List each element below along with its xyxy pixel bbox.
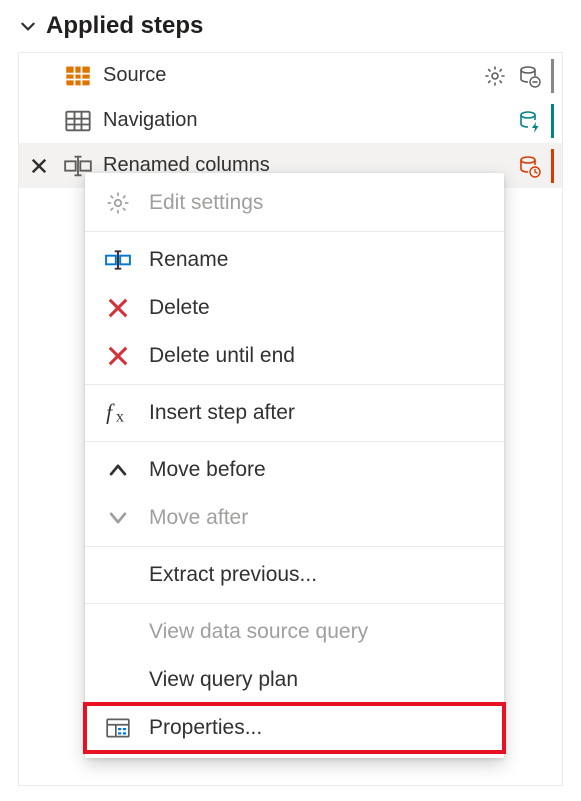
menu-label: Delete until end [149, 344, 486, 368]
blank-icon [103, 665, 133, 695]
step-label: Source [103, 64, 481, 87]
menu-separator [85, 231, 504, 232]
menu-insert-step-after[interactable]: fx Insert step after [85, 389, 504, 437]
blank-icon [103, 560, 133, 590]
menu-properties[interactable]: Properties... [85, 704, 504, 752]
step-context-menu: Edit settings Rename Delete Delete until… [85, 173, 504, 758]
status-bar [551, 104, 554, 138]
menu-view-query-plan[interactable]: View query plan [85, 656, 504, 704]
gear-icon[interactable] [481, 62, 509, 90]
menu-label: Move before [149, 458, 486, 482]
status-bar [551, 149, 554, 183]
menu-label: Move after [149, 506, 486, 530]
gear-icon [103, 188, 133, 218]
menu-label: Rename [149, 248, 486, 272]
menu-separator [85, 441, 504, 442]
step-label: Navigation [103, 109, 515, 132]
menu-label: Delete [149, 296, 486, 320]
menu-move-after: Move after [85, 494, 504, 542]
menu-label: Insert step after [149, 401, 486, 425]
applied-steps-title: Applied steps [46, 12, 203, 40]
menu-label: Edit settings [149, 191, 486, 215]
table-source-icon [63, 61, 93, 91]
chevron-up-icon [103, 455, 133, 485]
chevron-down-icon [103, 503, 133, 533]
applied-steps-header[interactable]: Applied steps [0, 0, 581, 50]
delete-step-button[interactable] [19, 143, 59, 188]
svg-text:f: f [106, 401, 115, 425]
menu-delete[interactable]: Delete [85, 284, 504, 332]
blank-icon [103, 617, 133, 647]
database-bolt-icon [515, 107, 543, 135]
applied-steps-list: Source Navigation [18, 52, 563, 786]
menu-label: Extract previous... [149, 563, 486, 587]
database-minus-icon [515, 62, 543, 90]
step-row-source[interactable]: Source [19, 53, 562, 98]
menu-extract-previous[interactable]: Extract previous... [85, 551, 504, 599]
menu-view-data-source-query: View data source query [85, 608, 504, 656]
menu-label: View query plan [149, 668, 486, 692]
menu-separator [85, 603, 504, 604]
delete-x-icon [103, 341, 133, 371]
menu-delete-until-end[interactable]: Delete until end [85, 332, 504, 380]
menu-separator [85, 546, 504, 547]
menu-label: View data source query [149, 620, 486, 644]
menu-label: Properties... [149, 716, 486, 740]
properties-icon [103, 713, 133, 743]
step-row-navigation[interactable]: Navigation [19, 98, 562, 143]
menu-rename[interactable]: Rename [85, 236, 504, 284]
chevron-down-icon [18, 16, 38, 36]
menu-move-before[interactable]: Move before [85, 446, 504, 494]
menu-edit-settings: Edit settings [85, 179, 504, 227]
fx-icon: fx [103, 398, 133, 428]
status-bar [551, 59, 554, 93]
database-clock-icon [515, 152, 543, 180]
svg-text:x: x [116, 408, 124, 426]
delete-x-icon [103, 293, 133, 323]
table-icon [63, 106, 93, 136]
rename-icon [103, 245, 133, 275]
menu-separator [85, 384, 504, 385]
